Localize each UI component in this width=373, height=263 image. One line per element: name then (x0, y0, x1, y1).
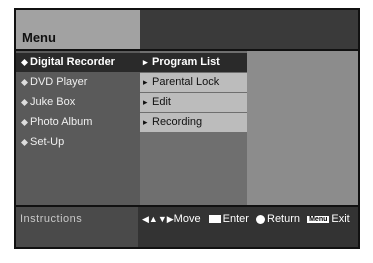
diamond-bullet-icon (21, 79, 28, 86)
submenu-item-label: Program List (152, 56, 220, 68)
return-key-icon (256, 214, 265, 224)
menu-item-label: Juke Box (30, 96, 76, 108)
arrow-right-icon: ▸ (143, 77, 148, 87)
submenu-item-label: Recording (152, 116, 203, 128)
menu-item-juke-box[interactable]: Juke Box (16, 93, 140, 112)
submenu-item-recording[interactable]: ▸ Recording (140, 113, 247, 132)
submenu-item-edit[interactable]: ▸ Edit (140, 93, 247, 112)
help-bar: ◀▲▼▶Move Enter Return Menu Exit (142, 213, 350, 225)
menu-item-set-up[interactable]: Set-Up (16, 133, 140, 152)
arrow-right-icon: ▸ (143, 97, 148, 107)
submenu-item-label: Edit (152, 96, 171, 108)
submenu-item-parental-lock[interactable]: ▸ Parental Lock (140, 73, 247, 92)
menu-item-dvd-player[interactable]: DVD Player (16, 73, 140, 92)
move-label: Move (173, 213, 201, 226)
menu-item-label: Set-Up (30, 136, 65, 148)
enter-key-icon (208, 215, 221, 224)
submenu-item-label: Parental Lock (152, 76, 220, 88)
diamond-bullet-icon (21, 99, 28, 106)
arrow-right-icon: ▸ (143, 117, 148, 127)
arrow-right-icon: ▸ (143, 57, 148, 67)
return-label: Return (267, 213, 301, 226)
title-bar-right (140, 10, 358, 49)
diamond-bullet-icon (21, 59, 28, 66)
diamond-bullet-icon (21, 119, 28, 126)
menu-item-label: DVD Player (30, 76, 88, 88)
content-area (247, 51, 358, 205)
submenu-item-program-list[interactable]: ▸ Program List (140, 53, 247, 72)
title-bar: Menu (16, 10, 140, 49)
menu-item-label: Digital Recorder (30, 56, 115, 68)
instructions-label: Instructions (20, 213, 83, 225)
menu-item-photo-album[interactable]: Photo Album (16, 113, 140, 132)
exit-label: Exit (331, 213, 350, 226)
menu-key-icon: Menu (307, 215, 330, 223)
menu-item-label: Photo Album (30, 116, 93, 128)
diamond-bullet-icon (21, 139, 28, 146)
menu-item-digital-recorder[interactable]: Digital Recorder (16, 53, 140, 72)
move-arrows-icon: ◀▲▼▶ (142, 213, 174, 224)
enter-label: Enter (222, 213, 249, 226)
page-title: Menu (22, 30, 56, 45)
tv-menu-screen: Menu Digital Recorder DVD Player Juke Bo… (14, 8, 360, 249)
